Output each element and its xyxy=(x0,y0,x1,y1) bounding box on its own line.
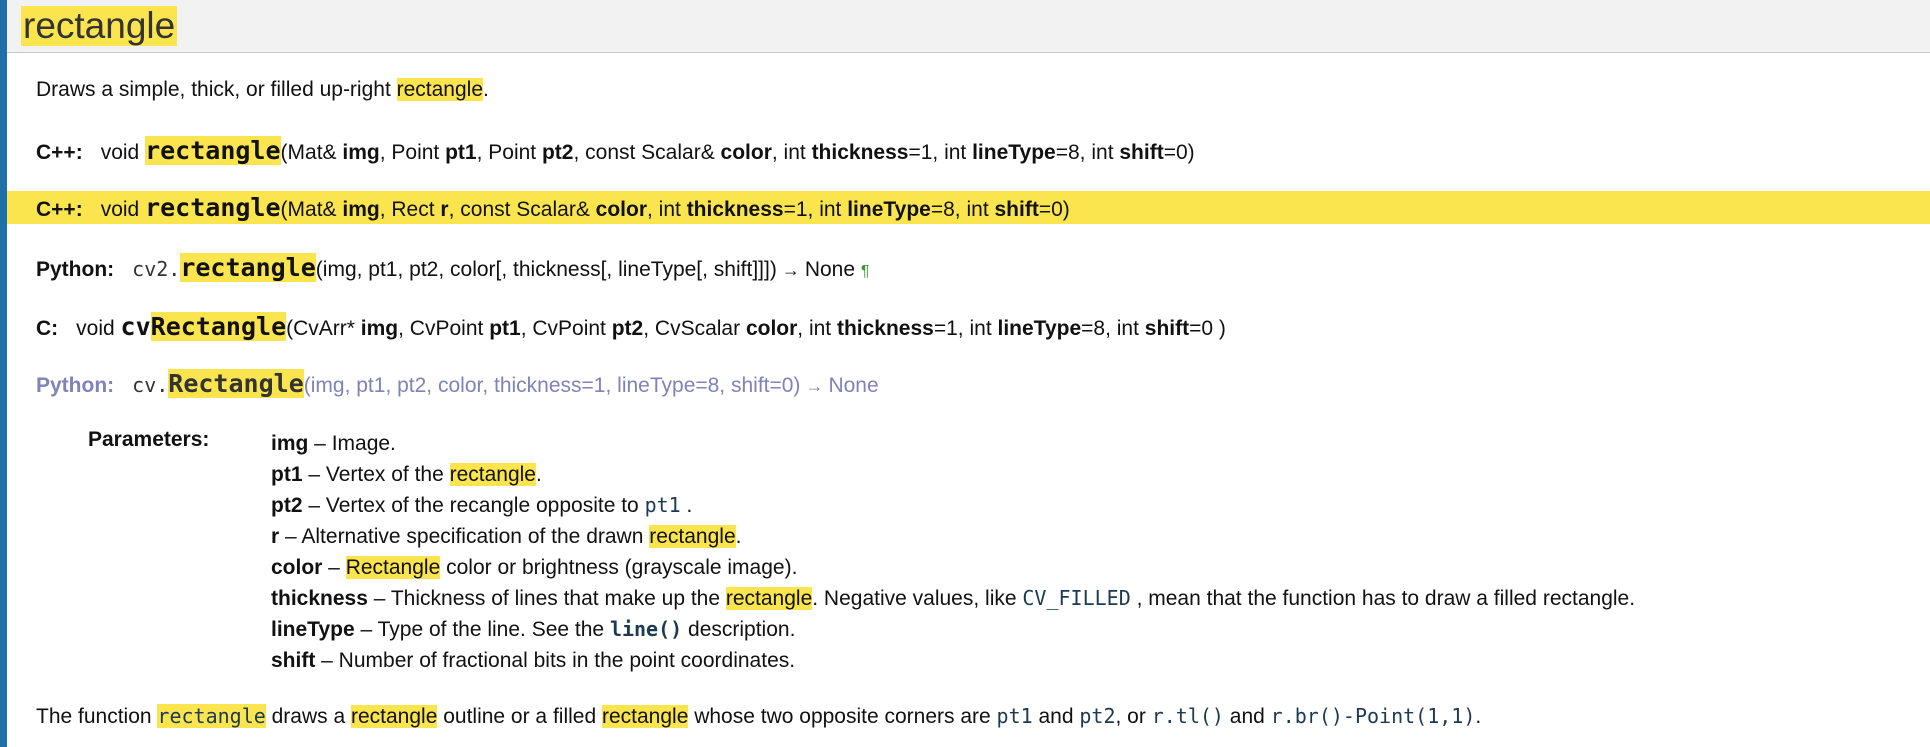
function-name[interactable]: rectangle xyxy=(145,193,280,222)
cpp-signature-rect: C++: void rectangle(Mat& img, Rect r, con… xyxy=(36,193,1070,222)
parameters-label: Parameters: xyxy=(88,428,210,451)
python-cv2-signature: Python: cv2.rectangle(img, pt1, pt2, colo… xyxy=(36,253,870,282)
search-highlight: rectangle xyxy=(396,78,484,101)
line-function-link[interactable]: line() xyxy=(610,617,682,641)
python-cv-signature: Python: cv.Rectangle(img, pt1, pt2, color… xyxy=(36,369,879,398)
param-linetype: lineType – Type of the line. See the lin… xyxy=(271,617,796,641)
param-r: r – Alternative specification of the dra… xyxy=(271,525,742,548)
description: Draws a simple, thick, or filled up-righ… xyxy=(36,78,489,101)
section-header: rectangle xyxy=(7,0,1930,53)
param-shift: shift – Number of fractional bits in the… xyxy=(271,649,796,672)
function-name[interactable]: Rectangle xyxy=(150,312,287,341)
function-name[interactable]: rectangle xyxy=(145,136,281,165)
param-pt1: pt1 – Vertex of the rectangle. xyxy=(271,463,542,486)
function-name[interactable]: rectangle xyxy=(180,253,316,282)
parameters-list: img – Image. pt1 – Vertex of the rectang… xyxy=(271,428,1635,676)
c-signature: C: void cvRectangle(CvArr* img, CvPoint p… xyxy=(36,312,1226,341)
function-name[interactable]: Rectangle xyxy=(168,369,304,398)
param-img: img – Image. xyxy=(271,432,396,455)
function-description: The function rectangle draws a rectangle… xyxy=(36,704,1482,728)
param-thickness: thickness – Thickness of lines that make… xyxy=(271,586,1636,610)
cpp-signature-points: C++: void rectangle(Mat& img, Point pt1, … xyxy=(36,136,1195,165)
permalink-icon[interactable]: ¶ xyxy=(861,263,870,280)
left-accent-bar xyxy=(0,0,7,747)
page-title: rectangle xyxy=(21,5,178,46)
param-pt2: pt2 – Vertex of the recangle opposite to… xyxy=(271,493,693,517)
param-color: color – Rectangle color or brightness (g… xyxy=(271,556,798,579)
